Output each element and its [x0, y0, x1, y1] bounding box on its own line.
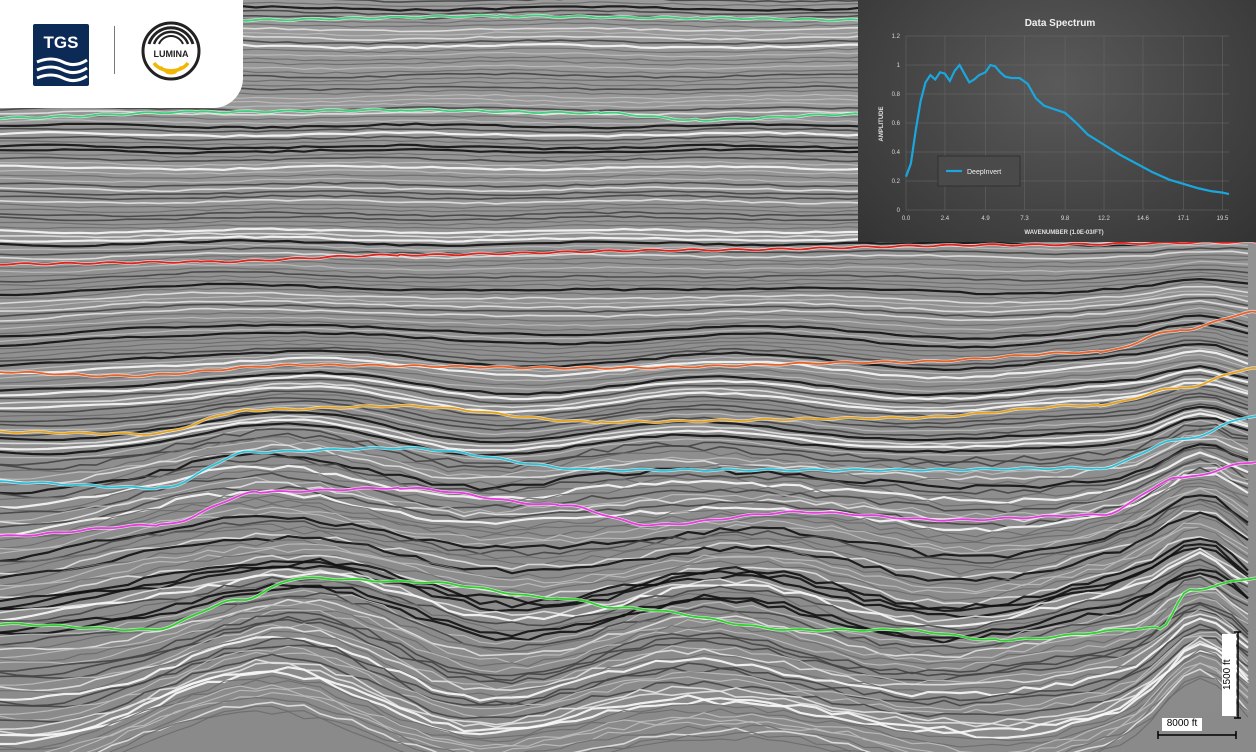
chart-title: Data Spectrum — [1025, 18, 1096, 29]
y-tick-labels: 0 0.2 0.4 0.6 0.8 1 1.2 — [892, 34, 901, 214]
logo-panel: TGS LUMINA — [0, 0, 243, 108]
tgs-logo: TGS — [33, 24, 89, 86]
x-tick-label: 17.1 — [1178, 216, 1190, 222]
x-tick-label: 0.0 — [902, 216, 911, 222]
chart-legend: DeepInvert — [937, 155, 1021, 187]
y-tick-label: 0.6 — [892, 121, 901, 127]
x-tick-labels: 0.0 2.4 4.9 7.3 9.8 12.2 14.6 17.1 19.5 — [902, 216, 1229, 222]
data-spectrum-chart: Data Spectrum 0 0.2 0.4 0.6 0.8 1 1.2 0.0 2.4 4.… — [858, 0, 1256, 242]
x-tick-label: 7.3 — [1020, 216, 1029, 222]
y-tick-label: 1 — [897, 63, 901, 69]
y-tick-label: 1.2 — [892, 34, 901, 40]
y-tick-label: 0 — [897, 208, 901, 214]
scale-bar-horizontal-label: 8000 ft — [1162, 718, 1202, 731]
x-axis-label: WAVENUMBER (1.0E-03/FT) — [1024, 230, 1103, 236]
lumina-logo: LUMINA — [141, 21, 201, 81]
y-tick-label: 0.2 — [892, 179, 901, 185]
x-tick-label: 4.9 — [981, 216, 990, 222]
x-tick-label: 14.6 — [1137, 216, 1149, 222]
x-tick-label: 9.8 — [1061, 216, 1070, 222]
x-tick-label: 12.2 — [1098, 216, 1110, 222]
legend-label: DeepInvert — [967, 169, 1001, 176]
scale-bar-vertical-label: 1500 ft — [1222, 634, 1236, 716]
x-tick-label: 19.5 — [1217, 216, 1229, 222]
x-tick-label: 2.4 — [941, 216, 950, 222]
lumina-logo-text: LUMINA — [154, 49, 189, 59]
y-axis-label: AMPLITUDE — [879, 107, 885, 142]
logo-divider — [114, 26, 115, 74]
tgs-logo-text: TGS — [44, 33, 79, 52]
y-tick-label: 0.4 — [892, 150, 901, 156]
y-tick-label: 0.8 — [892, 92, 901, 98]
